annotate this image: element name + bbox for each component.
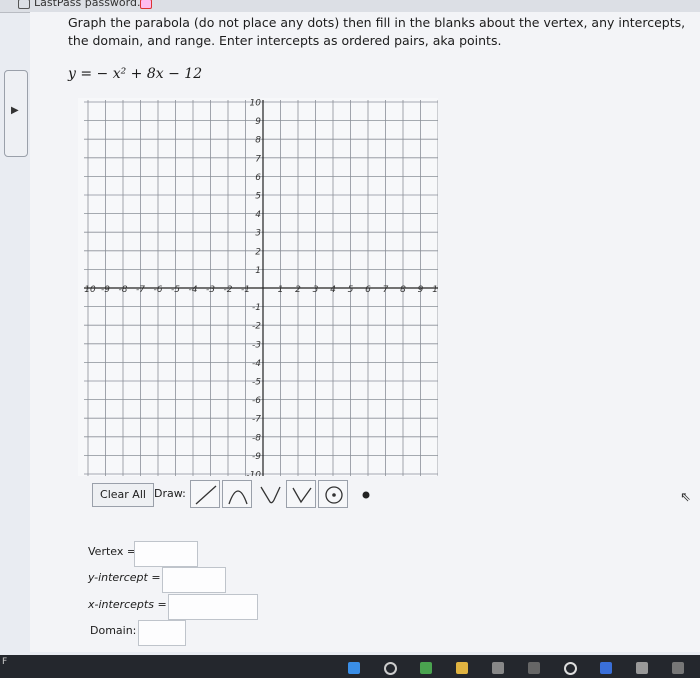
y-tick-label: 10	[250, 99, 262, 109]
app-icon-5[interactable]	[492, 662, 504, 674]
line-tool-icon	[195, 485, 217, 505]
y-tick-label: -3	[252, 340, 261, 350]
app-icon-1[interactable]	[348, 662, 360, 674]
parabola-down-icon	[228, 490, 248, 505]
y-tick-label: -4	[252, 359, 261, 369]
app-icon-9[interactable]	[636, 662, 648, 674]
y-tick-label: -6	[252, 396, 261, 406]
x-tick-label: 10	[432, 285, 438, 295]
y-intercept-input[interactable]	[162, 567, 226, 593]
point-tool-button[interactable]	[350, 480, 380, 508]
taskbar: F	[0, 655, 700, 678]
x-tick-label: 4	[330, 285, 336, 295]
circle-dot-icon	[325, 486, 343, 504]
x-tick-label: 3	[313, 285, 319, 295]
y-tick-label: 1	[255, 266, 261, 276]
y-tick-label: 7	[255, 154, 261, 164]
y-tick-label: -8	[252, 433, 261, 443]
question-instructions: Graph the parabola (do not place any dot…	[68, 15, 686, 48]
mouse-cursor-icon: ⇖	[680, 490, 691, 505]
x-tick-label: -1	[241, 285, 250, 295]
x-tick-label: 1	[278, 285, 284, 295]
app-icon-4[interactable]	[456, 662, 468, 674]
x-tick-label: 10	[84, 285, 96, 295]
y-tick-label: 9	[255, 117, 261, 127]
y-tick-label: 3	[255, 229, 261, 239]
x-tick-label: 6	[365, 285, 371, 295]
coordinate-grid[interactable]: 10 -9 -8 -7 -6 -5 -4 -3 -2 -1 1 2 3 4 5 6 7 8 9 10 10 9 8 7 6 5 4 3…	[78, 98, 438, 476]
y-tick-label: 8	[255, 136, 261, 146]
side-panel-toggle[interactable]: ▶	[4, 70, 28, 157]
y-tick-label: -7	[252, 415, 261, 425]
parabola-down-tool-button[interactable]	[222, 480, 252, 508]
x-tick-label: -5	[171, 285, 180, 295]
x-tick-label: 9	[418, 285, 424, 295]
y-tick-label: 2	[255, 247, 261, 257]
bookmark-favicon-icon	[140, 0, 152, 9]
parabola-equation: y = − x² + 8x − 12	[68, 66, 203, 82]
line-tool-button[interactable]	[190, 480, 220, 508]
draw-label: Draw:	[154, 487, 186, 500]
y-tick-label: 6	[255, 173, 261, 183]
app-icon-10[interactable]	[672, 662, 684, 674]
x-tick-label: -3	[206, 285, 215, 295]
x-intercepts-input[interactable]	[168, 594, 258, 620]
parabola-up-icon	[260, 486, 281, 504]
caret-right-icon: ▶	[11, 105, 19, 116]
y-tick-label: -9	[252, 452, 261, 462]
taskbar-corner-text: F	[2, 657, 8, 667]
x-tick-label: -9	[101, 285, 110, 295]
x-tick-label: 5	[348, 285, 354, 295]
app-icon-7[interactable]	[564, 662, 577, 675]
y-tick-label: -2	[252, 322, 261, 332]
y-tick-label: 4	[255, 210, 261, 220]
domain-input[interactable]	[138, 620, 186, 646]
bookmark-nutrition[interactable]	[140, 0, 156, 9]
x-tick-label: -2	[224, 285, 233, 295]
parabola-up-tool-button[interactable]	[254, 480, 284, 508]
check-parabola-icon	[292, 487, 312, 504]
vertex-label: Vertex =	[88, 545, 137, 558]
x-tick-label: -4	[189, 285, 198, 295]
domain-label: Domain:	[90, 624, 137, 637]
x-tick-label: 2	[295, 285, 301, 295]
vertex-input[interactable]	[134, 541, 198, 567]
y-tick-label: -5	[252, 378, 261, 388]
bookmark-label: LastPass password...	[34, 0, 148, 9]
y-tick-label: -1	[252, 303, 261, 313]
circle-tool-button[interactable]	[318, 480, 348, 508]
x-intercepts-label: x-intercepts =	[88, 598, 167, 611]
app-icon-8[interactable]	[600, 662, 612, 674]
x-tick-label: -7	[136, 285, 145, 295]
y-intercept-label: y-intercept =	[88, 571, 161, 584]
vertex-tool-button[interactable]	[286, 480, 316, 508]
bookmark-lastpass[interactable]: LastPass password...	[18, 0, 147, 9]
clear-all-button[interactable]: Clear All	[92, 483, 154, 507]
x-tick-label: -8	[119, 285, 128, 295]
app-icon-6[interactable]	[528, 662, 540, 674]
app-icon-2[interactable]	[384, 662, 397, 675]
x-tick-label: -6	[154, 285, 163, 295]
y-tick-label: 5	[255, 192, 261, 202]
x-tick-label: 7	[383, 285, 389, 295]
point-icon	[362, 491, 370, 499]
lastpass-icon	[18, 0, 30, 9]
x-tick-label: 8	[400, 285, 406, 295]
y-tick-label: -10	[246, 471, 261, 477]
app-icon-3[interactable]	[420, 662, 432, 674]
